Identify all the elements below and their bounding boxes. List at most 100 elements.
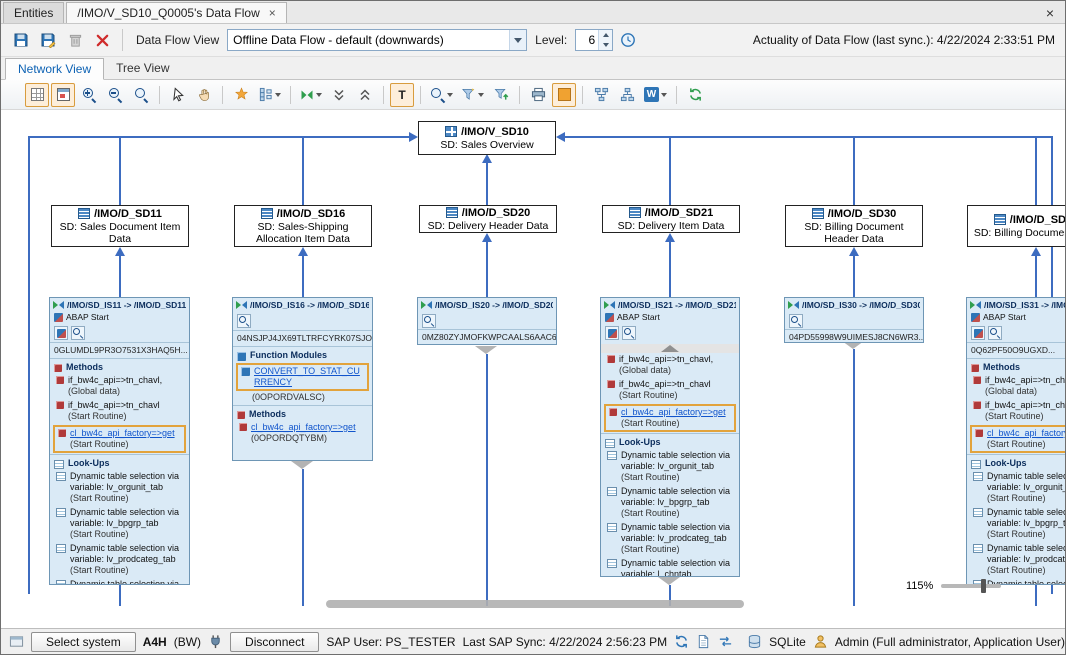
disconnect-button[interactable]: Disconnect: [230, 632, 319, 652]
lookup-item: Dynamic table selection via variable: lv…: [50, 542, 189, 578]
node-d-sd31[interactable]: /IMO/D_SD31 SD: Billing Document Data: [967, 205, 1065, 247]
method-link[interactable]: cl_bw4c_api_factory=>get: [251, 422, 368, 433]
spinner-up-button[interactable]: [599, 30, 612, 40]
node-v-sd10[interactable]: /IMO/V_SD10 SD: Sales Overview: [418, 121, 556, 155]
abap-routine-button[interactable]: [971, 326, 985, 340]
zoom-slider[interactable]: [941, 584, 1001, 588]
highlight-color-button[interactable]: [552, 83, 576, 107]
transformation-sd-is21[interactable]: /IMO/SD_IS21 -> /IMO/D_SD21 ABAP Start i…: [600, 297, 740, 577]
refresh-layout-button[interactable]: [683, 83, 707, 107]
node-d-sd16[interactable]: /IMO/D_SD16 SD: Sales-Shipping Allocatio…: [234, 205, 372, 247]
delete-button[interactable]: [63, 28, 87, 52]
graph-canvas[interactable]: /IMO/V_SD10 SD: Sales Overview /IMO/D_SD…: [1, 110, 1065, 628]
tab-close-icon[interactable]: ×: [269, 7, 276, 19]
node-d-sd20[interactable]: /IMO/D_SD20 SD: Delivery Header Data: [419, 205, 557, 233]
flow-direction-button[interactable]: [297, 83, 325, 107]
lookup-item: Dynamic table selection via variable: lv…: [601, 449, 739, 485]
pan-tool-button[interactable]: [192, 83, 216, 107]
print-button[interactable]: [526, 83, 550, 107]
sync-log-button[interactable]: [696, 633, 711, 651]
more-content-indicator[interactable]: [291, 461, 313, 469]
pane-close-icon[interactable]: ×: [1037, 6, 1063, 20]
more-content-indicator[interactable]: [475, 346, 497, 354]
auto-layout-button[interactable]: [229, 83, 253, 107]
node-d-sd11[interactable]: /IMO/D_SD11 SD: Sales Document Item Data: [51, 205, 189, 247]
collapse-all-button[interactable]: [327, 83, 351, 107]
inspect-button[interactable]: [422, 314, 436, 328]
sync-refresh-button[interactable]: [674, 633, 689, 651]
transformation-icon: [53, 301, 64, 310]
zoom-in-button[interactable]: [77, 83, 101, 107]
node-d-sd21[interactable]: /IMO/D_SD21 SD: Delivery Item Data: [602, 205, 740, 233]
horizontal-scrollbar[interactable]: [326, 600, 744, 608]
pointer-tool-button[interactable]: [166, 83, 190, 107]
transformation-sd-is31[interactable]: /IMO/SD_IS31 -> /IMO/D_SD31 ABAP Start 0…: [966, 297, 1065, 585]
inspect-button[interactable]: [71, 326, 85, 340]
transformation-icon: [236, 301, 247, 310]
select-system-button[interactable]: Select system: [31, 632, 136, 652]
tab-tree-view[interactable]: Tree View: [104, 57, 181, 79]
toolbar-separator: [676, 86, 677, 104]
word-export-button[interactable]: W: [641, 83, 670, 107]
abap-routine-button[interactable]: [605, 326, 619, 340]
level-spinner[interactable]: 6: [575, 29, 613, 51]
arrowhead: [482, 154, 492, 163]
method-item-highlighted[interactable]: cl_bw4c_api_factory=>get(Start Routine): [970, 425, 1065, 453]
table-icon: [607, 559, 617, 568]
expand-all-button[interactable]: [353, 83, 377, 107]
edge: [853, 136, 855, 205]
tab-dataflow[interactable]: /IMO/V_SD10_Q0005's Data Flow ×: [66, 2, 286, 23]
tab-network-view[interactable]: Network View: [5, 58, 104, 80]
inspect-button[interactable]: [988, 326, 1002, 340]
inspect-button[interactable]: [622, 326, 636, 340]
tree-down-icon: [620, 87, 635, 102]
save-button[interactable]: [9, 28, 33, 52]
search-button[interactable]: [427, 83, 456, 107]
function-module-link[interactable]: CONVERT_TO_STAT_CURRENCY: [254, 366, 364, 388]
toolbar-separator: [290, 86, 291, 104]
scroll-up-indicator[interactable]: [601, 344, 739, 353]
node-d-sd30[interactable]: /IMO/D_SD30 SD: Billing Document Header …: [785, 205, 923, 247]
compare-button[interactable]: [718, 633, 733, 651]
inspect-button[interactable]: [237, 314, 251, 328]
transformation-subtitle: ABAP Start: [617, 312, 660, 323]
edge: [853, 349, 855, 606]
zoom-out-button[interactable]: [103, 83, 127, 107]
discard-button[interactable]: [90, 28, 114, 52]
overview-button[interactable]: [51, 83, 75, 107]
zoom-slider-handle[interactable]: [981, 579, 986, 593]
text-tool-button[interactable]: T: [390, 83, 414, 107]
tree-down-button[interactable]: [615, 83, 639, 107]
tree-up-button[interactable]: [589, 83, 613, 107]
abap-icon: [57, 329, 66, 338]
edge: [119, 585, 121, 606]
more-content-indicator[interactable]: [658, 577, 680, 585]
compare-arrows-icon: [718, 634, 733, 649]
method-link[interactable]: cl_bw4c_api_factory=>get: [621, 407, 731, 418]
arrowhead: [482, 233, 492, 242]
save-as-button[interactable]: [36, 28, 60, 52]
function-module-item-highlighted[interactable]: CONVERT_TO_STAT_CURRENCY: [236, 363, 369, 391]
method-link[interactable]: cl_bw4c_api_factory=>get: [70, 428, 181, 439]
edge: [669, 136, 671, 205]
tab-entities[interactable]: Entities: [3, 2, 64, 23]
transformation-sd-is20[interactable]: /IMO/SD_IS20 -> /IMO/D_SD20 0MZ80ZYJMOFK…: [417, 297, 557, 345]
filter-button[interactable]: [458, 83, 487, 107]
zoom-level-label: 115%: [906, 580, 933, 592]
hierarchic-layout-button[interactable]: [255, 83, 284, 107]
method-item-highlighted[interactable]: cl_bw4c_api_factory=>get(Start Routine): [53, 425, 186, 453]
inspect-button[interactable]: [789, 314, 803, 328]
clear-filter-button[interactable]: [489, 83, 513, 107]
transformation-sd-is16[interactable]: /IMO/SD_IS16 -> /IMO/D_SD16 04NSJPJ4JX69…: [232, 297, 373, 461]
method-link[interactable]: cl_bw4c_api_factory=>get: [987, 428, 1065, 439]
transformation-sd-is30[interactable]: /IMO/SD_IS30 -> /IMO/D_SD30 04PD55998W9U…: [784, 297, 924, 343]
method-item-highlighted[interactable]: cl_bw4c_api_factory=>get(Start Routine): [604, 404, 736, 432]
actuality-clock-button[interactable]: [616, 28, 640, 52]
zoom-reset-button[interactable]: [129, 83, 153, 107]
spinner-down-button[interactable]: [599, 40, 612, 50]
transformation-sd-is11[interactable]: /IMO/SD_IS11 -> /IMO/D_SD11 ABAP Start 0…: [49, 297, 190, 585]
combo-dropdown-button[interactable]: [509, 30, 526, 50]
abap-routine-button[interactable]: [54, 326, 68, 340]
snap-grid-button[interactable]: [25, 83, 49, 107]
data-flow-view-select[interactable]: Offline Data Flow - default (downwards): [227, 29, 527, 51]
